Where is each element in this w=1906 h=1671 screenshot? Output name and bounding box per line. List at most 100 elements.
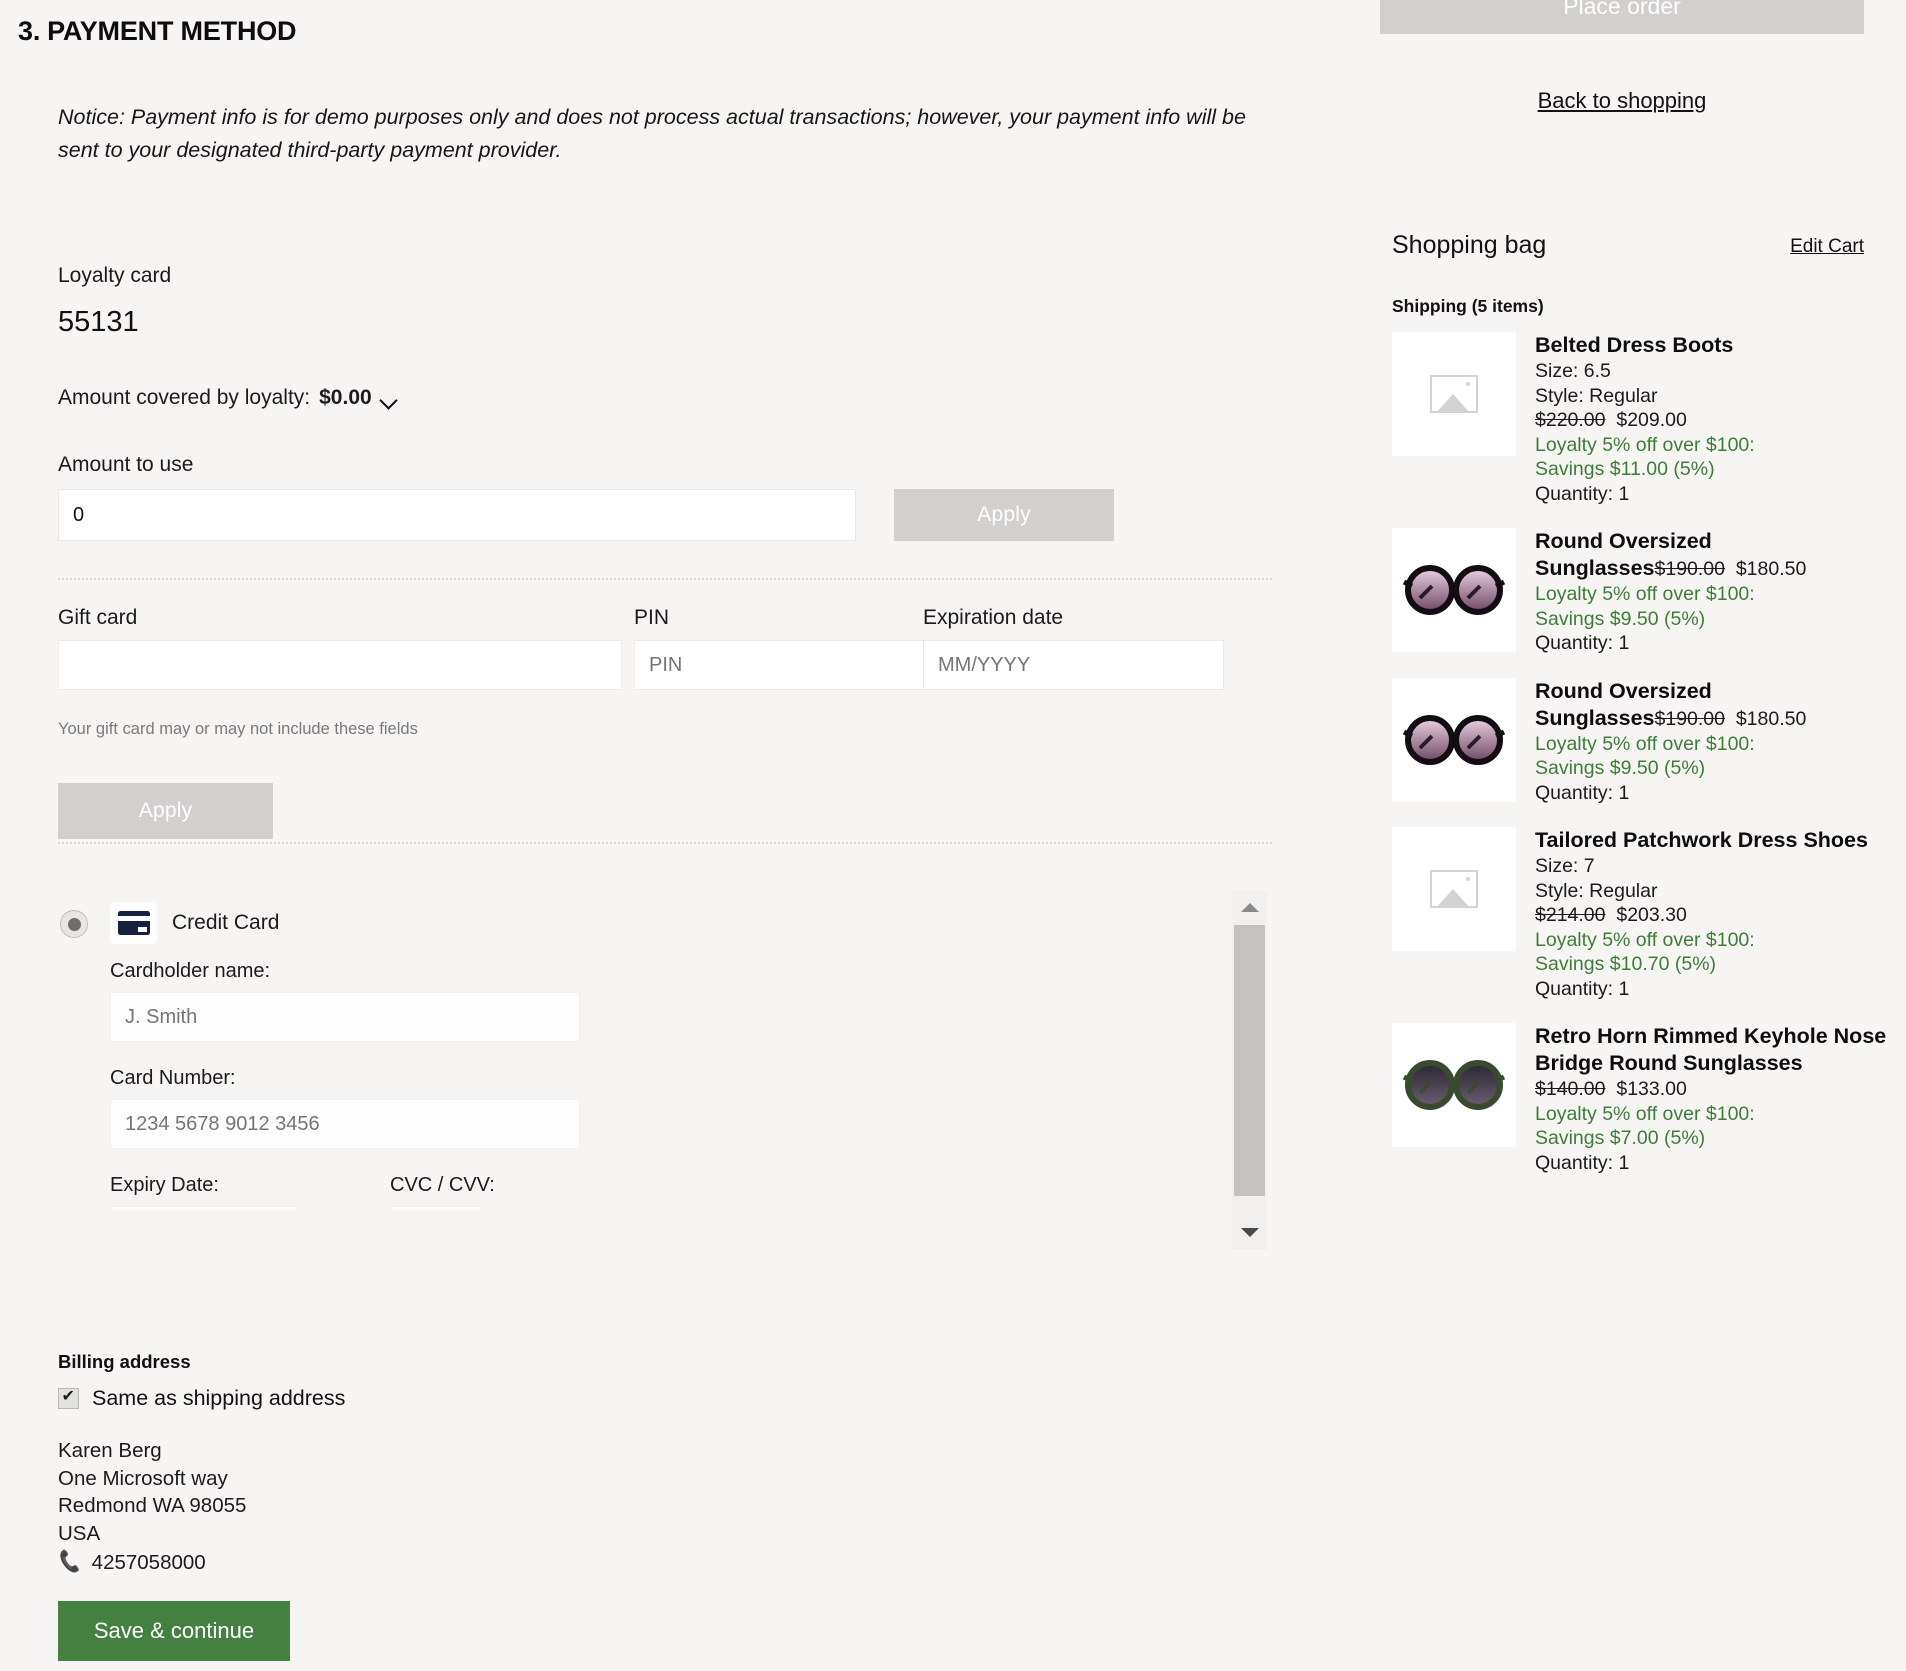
image-placeholder-icon bbox=[1430, 375, 1478, 413]
credit-card-panel: Credit Card Cardholder name: Card Number… bbox=[50, 890, 1280, 1210]
gift-card-input[interactable] bbox=[58, 640, 622, 690]
sunglasses-thumbnail-icon bbox=[1402, 710, 1506, 770]
cart-item-thumbnail bbox=[1392, 827, 1516, 951]
cart-item-new-price: $209.00 bbox=[1616, 409, 1687, 431]
cart-item-loyalty-line-2: Savings $10.70 (5%) bbox=[1535, 952, 1892, 977]
image-placeholder-icon bbox=[1430, 870, 1478, 908]
cardholder-name-input[interactable] bbox=[110, 992, 580, 1042]
place-order-button[interactable]: Place order bbox=[1380, 0, 1864, 34]
cart-item-old-price: $140.00 bbox=[1535, 1078, 1606, 1100]
cart-item-quantity: Quantity: 1 bbox=[1535, 781, 1892, 806]
cart-item-name: Round Oversized Sunglasses$190.00 $180.5… bbox=[1535, 678, 1892, 732]
cart-item-details: Belted Dress BootsSize: 6.5Style: Regula… bbox=[1535, 332, 1892, 506]
cart-item-old-price: $190.00 bbox=[1655, 558, 1726, 580]
save-and-continue-button[interactable]: Save & continue bbox=[58, 1601, 290, 1661]
cart-item-size: Size: 7 bbox=[1535, 854, 1892, 879]
divider-2 bbox=[58, 842, 1272, 844]
amount-to-use-label: Amount to use bbox=[58, 453, 193, 477]
cart-item-new-price: $133.00 bbox=[1616, 1078, 1687, 1100]
cart-item: Round Oversized Sunglasses$190.00 $180.5… bbox=[1392, 678, 1892, 806]
expiry-date-label: Expiry Date: bbox=[110, 1174, 219, 1197]
billing-phone: 4257058000 bbox=[92, 1549, 206, 1577]
billing-name: Karen Berg bbox=[58, 1437, 246, 1465]
credit-card-scrollbar[interactable] bbox=[1232, 890, 1267, 1250]
step-number: 3. bbox=[18, 16, 40, 46]
cart-item-details: Round Oversized Sunglasses$190.00 $180.5… bbox=[1535, 678, 1892, 806]
cart-item-name: Tailored Patchwork Dress Shoes bbox=[1535, 827, 1892, 854]
step-title-text: PAYMENT METHOD bbox=[47, 16, 296, 46]
cart-item-price-row: $140.00 $133.00 bbox=[1535, 1077, 1892, 1102]
cart-item-details: Tailored Patchwork Dress ShoesSize: 7Sty… bbox=[1535, 827, 1892, 1001]
amount-to-use-input[interactable] bbox=[58, 489, 856, 541]
cart-item-name: Retro Horn Rimmed Keyhole Nose Bridge Ro… bbox=[1535, 1023, 1892, 1077]
billing-city-state-zip: Redmond WA 98055 bbox=[58, 1492, 246, 1520]
cart-item-loyalty-line-1: Loyalty 5% off over $100: bbox=[1535, 928, 1892, 953]
amount-covered-label: Amount covered by loyalty: bbox=[58, 386, 310, 410]
billing-country: USA bbox=[58, 1520, 246, 1548]
card-number-label: Card Number: bbox=[110, 1067, 236, 1090]
cart-item-loyalty-line-2: Savings $9.50 (5%) bbox=[1535, 756, 1892, 781]
expiry-date-input[interactable] bbox=[110, 1206, 298, 1210]
cart-item: Tailored Patchwork Dress ShoesSize: 7Sty… bbox=[1392, 827, 1892, 1001]
shopping-bag-title: Shopping bag bbox=[1392, 231, 1546, 260]
same-as-shipping-checkbox[interactable] bbox=[58, 1388, 79, 1409]
cart-item-quantity: Quantity: 1 bbox=[1535, 482, 1892, 507]
checkout-page: 3.PAYMENT METHOD Notice: Payment info is… bbox=[0, 0, 1906, 1671]
apply-gift-card-button[interactable]: Apply bbox=[58, 783, 273, 839]
pin-input[interactable] bbox=[634, 640, 924, 690]
cart-item-size: Size: 6.5 bbox=[1535, 359, 1892, 384]
cart-item-old-price: $220.00 bbox=[1535, 409, 1606, 431]
expiration-date-label: Expiration date bbox=[923, 606, 1063, 630]
same-as-shipping-label: Same as shipping address bbox=[92, 1386, 345, 1411]
cart-item: Belted Dress BootsSize: 6.5Style: Regula… bbox=[1392, 332, 1892, 506]
billing-address-text: Karen Berg One Microsoft way Redmond WA … bbox=[58, 1437, 246, 1577]
credit-card-scroll-viewport: Credit Card Cardholder name: Card Number… bbox=[50, 890, 1280, 1210]
cart-item-loyalty-line-1: Loyalty 5% off over $100: bbox=[1535, 1102, 1892, 1127]
sunglasses-thumbnail-icon bbox=[1402, 1055, 1506, 1115]
sunglasses-thumbnail-icon bbox=[1402, 560, 1506, 620]
cart-item-details: Retro Horn Rimmed Keyhole Nose Bridge Ro… bbox=[1535, 1023, 1892, 1175]
scroll-up-arrow-icon[interactable] bbox=[1232, 890, 1267, 925]
scroll-down-arrow-icon[interactable] bbox=[1232, 1215, 1267, 1250]
amount-covered-by-loyalty[interactable]: Amount covered by loyalty: $0.00 bbox=[58, 386, 398, 410]
chevron-down-icon[interactable] bbox=[381, 391, 398, 408]
page-title: 3.PAYMENT METHOD bbox=[18, 16, 296, 47]
cart-item-style: Style: Regular bbox=[1535, 384, 1892, 409]
card-number-input[interactable] bbox=[110, 1099, 580, 1149]
cart-item-loyalty-line-2: Savings $7.00 (5%) bbox=[1535, 1126, 1892, 1151]
cart-item-price-row: $220.00 $209.00 bbox=[1535, 408, 1892, 433]
cvc-input[interactable] bbox=[390, 1206, 481, 1210]
billing-phone-row: 📞 4257058000 bbox=[58, 1549, 246, 1577]
loyalty-card-number: 55131 bbox=[58, 306, 139, 339]
scrollbar-thumb[interactable] bbox=[1234, 925, 1265, 1196]
divider-1 bbox=[58, 578, 1272, 580]
cart-item-thumbnail bbox=[1392, 332, 1516, 456]
cart-item-list: Belted Dress BootsSize: 6.5Style: Regula… bbox=[1392, 332, 1892, 1197]
cvc-label: CVC / CVV: bbox=[390, 1174, 495, 1197]
cart-item: Retro Horn Rimmed Keyhole Nose Bridge Ro… bbox=[1392, 1023, 1892, 1175]
back-to-shopping-link[interactable]: Back to shopping bbox=[1380, 88, 1864, 114]
billing-street: One Microsoft way bbox=[58, 1465, 246, 1493]
edit-cart-link[interactable]: Edit Cart bbox=[1704, 236, 1864, 258]
cart-item-thumbnail bbox=[1392, 678, 1516, 802]
credit-card-radio[interactable] bbox=[60, 910, 88, 938]
order-summary-sidebar: Place order Back to shopping Shopping ba… bbox=[1380, 0, 1906, 1671]
expiration-date-input[interactable] bbox=[923, 640, 1224, 690]
cart-item-loyalty-line-1: Loyalty 5% off over $100: bbox=[1535, 732, 1892, 757]
cart-item-loyalty-line-2: Savings $9.50 (5%) bbox=[1535, 607, 1892, 632]
cart-item-new-price: $203.30 bbox=[1616, 904, 1687, 926]
cart-item-loyalty-line-2: Savings $11.00 (5%) bbox=[1535, 457, 1892, 482]
gift-card-label: Gift card bbox=[58, 606, 137, 630]
cart-item-thumbnail bbox=[1392, 1023, 1516, 1147]
cart-item-details: Round Oversized Sunglasses$190.00 $180.5… bbox=[1535, 528, 1892, 656]
payment-method-section: 3.PAYMENT METHOD Notice: Payment info is… bbox=[0, 0, 1340, 1671]
cart-item: Round Oversized Sunglasses$190.00 $180.5… bbox=[1392, 528, 1892, 656]
credit-card-method-label: Credit Card bbox=[172, 911, 279, 935]
same-as-shipping-row[interactable]: Same as shipping address bbox=[58, 1386, 345, 1411]
cart-item-loyalty-line-1: Loyalty 5% off over $100: bbox=[1535, 582, 1892, 607]
cart-item-quantity: Quantity: 1 bbox=[1535, 1151, 1892, 1176]
loyalty-card-label: Loyalty card bbox=[58, 264, 171, 288]
amount-covered-value: $0.00 bbox=[319, 386, 372, 410]
apply-loyalty-button[interactable]: Apply bbox=[894, 489, 1114, 541]
phone-icon: 📞 bbox=[56, 1547, 84, 1578]
